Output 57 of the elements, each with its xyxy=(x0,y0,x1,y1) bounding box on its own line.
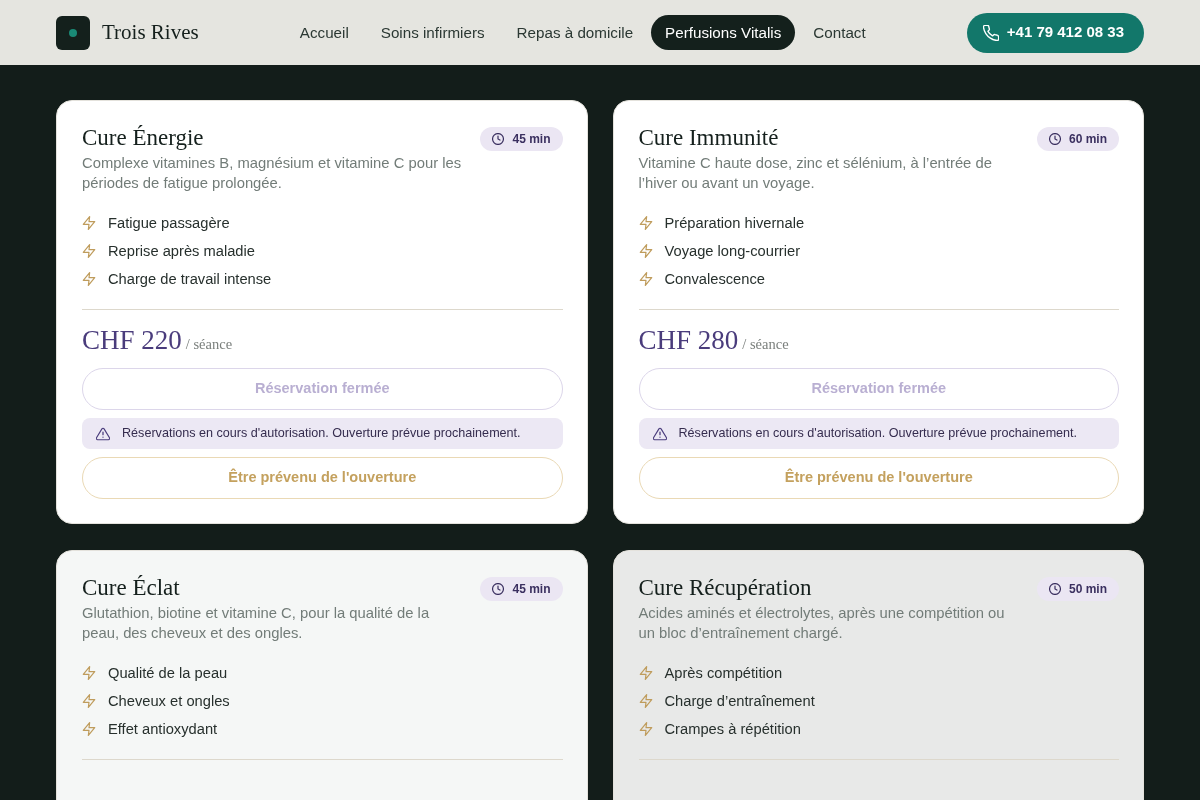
price-unit: / séance xyxy=(742,335,789,354)
duration-badge: 45 min xyxy=(480,127,563,151)
benefit-text: Charge de travail intense xyxy=(108,270,272,289)
cure-description: Glutathion, biotine et vitamine C, pour la qualité de la peau, des cheveux et des ongles. xyxy=(82,604,431,643)
price-unit: / séance xyxy=(185,335,233,354)
nav-link[interactable]: Accueil xyxy=(285,15,363,50)
cure-title: Cure Énergie xyxy=(82,124,204,152)
benefit-text: Après compétition xyxy=(664,664,783,683)
logo-icon[interactable] xyxy=(56,15,90,50)
clock-icon xyxy=(492,133,505,145)
lightning-icon xyxy=(638,666,653,680)
lightning-icon xyxy=(82,244,96,258)
nav-link[interactable]: Soins infirmiers xyxy=(366,15,499,50)
warning-icon xyxy=(96,426,110,441)
lightning-icon xyxy=(638,694,653,708)
phone-icon xyxy=(982,24,999,41)
benefit-text: Convalescence xyxy=(664,270,765,289)
duration-badge: 50 min xyxy=(1037,577,1119,601)
benefit-text: Crampes à répétition xyxy=(664,720,801,739)
cure-title: Cure Immunité xyxy=(638,124,779,152)
clock-icon xyxy=(1049,133,1061,145)
benefit-text: Reprise après maladie xyxy=(108,242,255,261)
cure-description: Vitamine C haute dose, zinc et sélénium, à l’entrée de l’hiver ou avant un voyage. xyxy=(638,154,993,193)
lightning-icon xyxy=(82,666,96,680)
benefit-text: Effet antioxydant xyxy=(108,720,218,739)
warning-icon xyxy=(652,426,667,441)
cure-title: Cure Éclat xyxy=(82,574,180,602)
lightning-icon xyxy=(638,272,653,286)
clock-icon xyxy=(492,583,505,595)
price-text: CHF 220 xyxy=(82,324,182,356)
lightning-icon xyxy=(638,216,653,230)
cure-description: Complexe vitamines B, magnésium et vitamine C pour les périodes de fatigue prolongée. xyxy=(82,154,463,193)
nav-link[interactable]: Repas à domicile xyxy=(502,15,648,50)
lightning-icon xyxy=(638,244,653,258)
benefit-text: Qualité de la peau xyxy=(108,664,228,683)
benefit-text: Voyage long-courrier xyxy=(664,242,801,261)
notice-text: Réservations en cours d'autorisation. Ouverture prévue prochainement. xyxy=(122,425,521,442)
benefit-text: Fatigue passagère xyxy=(108,214,230,233)
benefit-text: Préparation hivernale xyxy=(664,214,805,233)
price-text: CHF 280 xyxy=(638,324,739,356)
cure-title: Cure Récupération xyxy=(638,574,812,602)
duration-badge: 60 min xyxy=(1037,127,1119,151)
benefit-text: Cheveux et ongles xyxy=(108,692,230,711)
notice-text: Réservations en cours d'autorisation. Ouverture prévue prochainement. xyxy=(678,425,1078,442)
clock-icon xyxy=(1049,583,1061,595)
cure-description: Acides aminés et électrolytes, après une compétition ou un bloc d’entraînement chargé. xyxy=(638,604,1006,643)
nav-link[interactable]: Perfusions Vitalis xyxy=(651,15,796,50)
brand-name[interactable]: Trois Rives xyxy=(102,16,199,49)
lightning-icon xyxy=(82,722,96,736)
benefit-text: Charge d’entraînement xyxy=(664,692,815,711)
lightning-icon xyxy=(82,216,96,230)
lightning-icon xyxy=(82,272,96,286)
lightning-icon xyxy=(638,722,653,736)
duration-badge: 45 min xyxy=(480,577,563,601)
lightning-icon xyxy=(82,694,96,708)
nav-link[interactable]: Contact xyxy=(799,15,880,50)
phone-button[interactable]: +41 79 412 08 33 xyxy=(966,12,1144,53)
